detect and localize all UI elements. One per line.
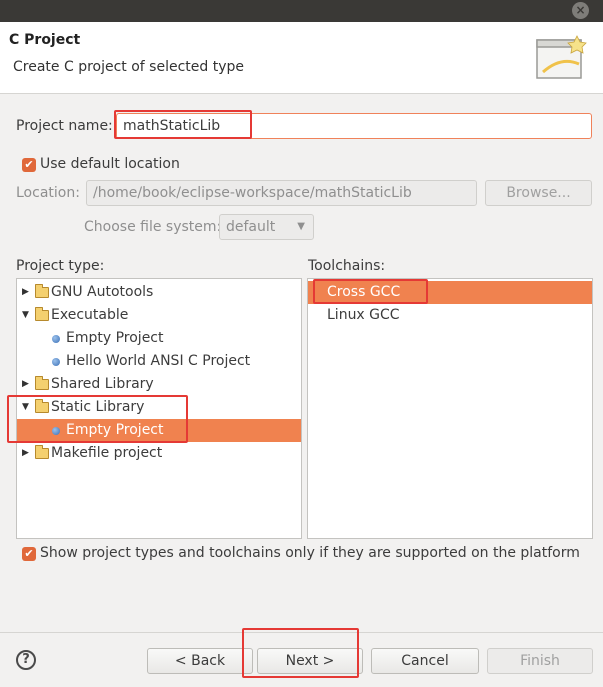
- project-template-icon: [52, 427, 60, 435]
- tree-folder-item[interactable]: ▼ Static Library: [17, 396, 301, 419]
- tree-item-label: Executable: [51, 307, 129, 323]
- project-type-tree[interactable]: ▶ GNU Autotools ▼ Executable Empty Project He…: [16, 278, 302, 539]
- tree-item-label: Empty Project: [66, 422, 164, 438]
- toolchains-label: Toolchains:: [308, 258, 386, 274]
- wizard-banner-icon: [536, 35, 587, 79]
- file-system-label: Choose file system:: [84, 219, 222, 235]
- tree-leaf-item[interactable]: Empty Project: [17, 327, 301, 350]
- tree-folder-item[interactable]: ▶ Makefile project: [17, 442, 301, 465]
- file-system-select[interactable]: default ▼: [219, 214, 314, 240]
- toolchain-item-label: Cross GCC: [327, 284, 401, 300]
- cancel-button[interactable]: Cancel: [371, 648, 479, 674]
- toolchain-item-label: Linux GCC: [327, 307, 400, 323]
- file-system-value: default: [226, 219, 276, 235]
- tree-folder-item[interactable]: ▶ GNU Autotools: [17, 281, 301, 304]
- use-default-location-label: Use default location: [40, 156, 180, 172]
- close-icon[interactable]: ×: [572, 2, 589, 19]
- folder-icon: [35, 284, 49, 298]
- tree-leaf-item[interactable]: Hello World ANSI C Project: [17, 350, 301, 373]
- tree-item-label: Shared Library: [51, 376, 154, 392]
- project-type-label: Project type:: [16, 258, 105, 274]
- tree-folder-item[interactable]: ▼ Executable: [17, 304, 301, 327]
- window-titlebar: ×: [0, 0, 603, 22]
- wizard-description: Create C project of selected type: [13, 59, 244, 75]
- collapsed-arrow-icon[interactable]: ▶: [22, 442, 29, 465]
- folder-icon: [35, 376, 49, 390]
- toolchain-item[interactable]: Cross GCC: [308, 281, 592, 304]
- browse-button[interactable]: Browse...: [485, 180, 592, 206]
- supported-only-checkbox[interactable]: ✔: [22, 547, 36, 561]
- toolchains-list[interactable]: Cross GCC Linux GCC: [307, 278, 593, 539]
- folder-icon: [35, 307, 49, 321]
- location-input[interactable]: /home/book/eclipse-workspace/mathStaticL…: [86, 180, 477, 206]
- tree-item-label: Hello World ANSI C Project: [66, 353, 251, 369]
- expanded-arrow-icon[interactable]: ▼: [22, 304, 29, 327]
- project-name-input[interactable]: mathStaticLib: [116, 113, 592, 139]
- collapsed-arrow-icon[interactable]: ▶: [22, 281, 29, 304]
- project-name-label: Project name:: [16, 118, 113, 134]
- back-button[interactable]: < Back: [147, 648, 253, 674]
- expanded-arrow-icon[interactable]: ▼: [22, 396, 29, 419]
- chevron-down-icon: ▼: [297, 221, 305, 232]
- collapsed-arrow-icon[interactable]: ▶: [22, 373, 29, 396]
- next-button[interactable]: Next >: [257, 648, 363, 674]
- tree-item-label: Empty Project: [66, 330, 164, 346]
- wizard-title: C Project: [9, 32, 81, 48]
- tree-item-label: GNU Autotools: [51, 284, 154, 300]
- tree-item-label: Makefile project: [51, 445, 163, 461]
- project-template-icon: [52, 358, 60, 366]
- folder-icon: [35, 445, 49, 459]
- tree-leaf-item[interactable]: Empty Project: [17, 419, 301, 442]
- wizard-header: C Project Create C project of selected t…: [0, 22, 603, 94]
- footer-separator: [0, 632, 603, 633]
- tree-folder-item[interactable]: ▶ Shared Library: [17, 373, 301, 396]
- help-icon[interactable]: ?: [16, 650, 36, 670]
- use-default-location-checkbox[interactable]: ✔: [22, 158, 36, 172]
- toolchain-item[interactable]: Linux GCC: [308, 304, 592, 327]
- project-template-icon: [52, 335, 60, 343]
- folder-icon: [35, 399, 49, 413]
- tree-item-label: Static Library: [51, 399, 145, 415]
- finish-button[interactable]: Finish: [487, 648, 593, 674]
- location-label: Location:: [16, 185, 80, 201]
- supported-only-label: Show project types and toolchains only i…: [40, 545, 580, 561]
